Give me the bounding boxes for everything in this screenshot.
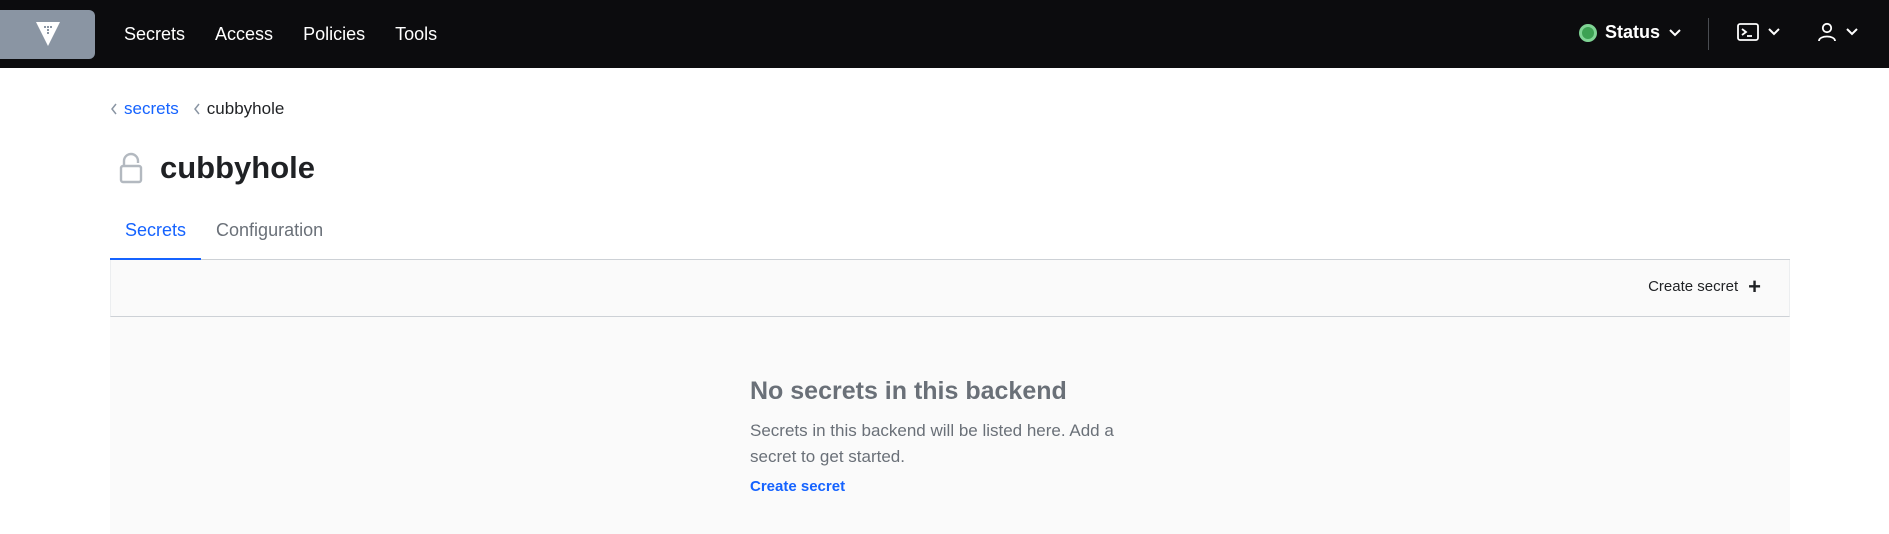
user-icon — [1818, 22, 1836, 42]
breadcrumb: secrets cubbyhole — [110, 99, 284, 119]
main-nav: Secrets Access Policies Tools — [124, 0, 467, 68]
create-secret-button[interactable]: Create secret + — [1648, 273, 1761, 299]
chevron-down-icon — [1846, 28, 1858, 36]
page-title: cubbyhole — [160, 150, 316, 185]
empty-state-create-link[interactable]: Create secret — [750, 478, 845, 495]
breadcrumb-current: cubbyhole — [206, 99, 285, 118]
status-label: Status — [1605, 22, 1661, 42]
empty-state: No secrets in this backend Secrets in th… — [110, 317, 1790, 534]
user-menu[interactable] — [1817, 22, 1859, 42]
tab-configuration[interactable]: Configuration — [201, 218, 338, 260]
vault-logo[interactable] — [0, 10, 95, 59]
top-nav-bar: Secrets Access Policies Tools Status — [0, 0, 1889, 68]
status-ok-icon — [1579, 23, 1597, 42]
create-secret-label: Create secret — [1648, 278, 1739, 295]
nav-policies[interactable]: Policies — [303, 24, 365, 45]
chevron-left-icon — [193, 102, 201, 116]
nav-tools[interactable]: Tools — [395, 24, 437, 45]
breadcrumb-secrets-link[interactable]: secrets — [124, 99, 179, 119]
empty-state-message: Secrets in this backend will be listed h… — [750, 421, 1114, 466]
chevron-left-icon — [110, 102, 118, 116]
tab-secrets[interactable]: Secrets — [110, 218, 202, 260]
chevron-down-icon — [1669, 28, 1681, 36]
plus-icon: + — [1748, 273, 1761, 299]
console-menu[interactable] — [1737, 22, 1781, 42]
chevron-down-icon — [1768, 28, 1780, 36]
toolbar: Create secret + — [110, 260, 1790, 317]
nav-access[interactable]: Access — [215, 24, 273, 45]
vault-logo-icon — [35, 21, 60, 46]
terminal-icon — [1737, 23, 1759, 41]
page-header: cubbyhole — [118, 150, 315, 186]
nav-divider — [1708, 18, 1709, 50]
status-menu[interactable]: Status — [1579, 22, 1682, 43]
empty-state-content: No secrets in this backend Secrets in th… — [750, 377, 1150, 496]
nav-secrets[interactable]: Secrets — [124, 24, 185, 45]
lock-icon — [119, 152, 143, 184]
tab-bar: Secrets Configuration — [110, 218, 1790, 260]
empty-state-title: No secrets in this backend — [750, 377, 1067, 405]
